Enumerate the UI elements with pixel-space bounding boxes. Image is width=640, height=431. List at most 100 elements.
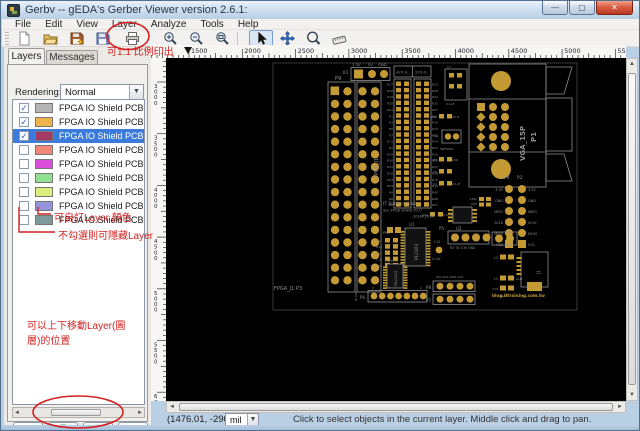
rendering-label: Rendering: (15, 87, 62, 98)
svg-text:0: 0 (154, 153, 158, 159)
layer-color-swatch[interactable] (35, 103, 53, 113)
layer-visibility-checkbox[interactable] (19, 215, 29, 225)
svg-text:C14: C14 (376, 251, 382, 255)
layer-row-2[interactable]: ✓ FPGA IO Shield PCB_20160225- (13, 115, 144, 129)
chevron-down-icon[interactable]: ▼ (247, 414, 258, 425)
layer-visibility-checkbox[interactable]: ✓ (19, 117, 29, 127)
svg-text:PL2303: PL2303 (414, 244, 420, 260)
layer-color-swatch[interactable] (35, 117, 53, 127)
zoom-tool-icon (306, 30, 320, 45)
scroll-left-icon[interactable]: ◄ (14, 410, 20, 416)
layer-color-swatch[interactable] (35, 159, 53, 169)
svg-text:R11: R11 (387, 140, 393, 144)
zoom-fit-icon (215, 31, 229, 45)
print-note: 可1:1 比例印出 (107, 47, 174, 58)
menu-view[interactable]: View (69, 19, 105, 30)
layer-color-swatch[interactable] (35, 145, 53, 155)
layer-row-1[interactable]: ✓ FPGA IO Shield PCB_20160225- (13, 101, 144, 115)
move-note-line2: 層)的位置 (27, 336, 71, 347)
new-file-button[interactable] (12, 30, 36, 46)
layer-color-swatch[interactable] (35, 173, 53, 183)
canvas-vscrollbar[interactable]: ▲ ▼ (626, 58, 638, 401)
layer-visibility-checkbox[interactable]: ✓ (19, 131, 29, 141)
toolbar-grip (5, 31, 9, 45)
maximize-button[interactable]: ▢ (569, 1, 595, 15)
svg-text:R22: R22 (432, 146, 438, 150)
layer-visibility-checkbox[interactable] (19, 173, 29, 183)
scroll-right-icon[interactable]: ► (137, 410, 143, 416)
save-as-button[interactable] (64, 30, 88, 46)
layer-row-7[interactable]: FPGA IO Shield PCB_20160225- (13, 185, 144, 199)
rendering-select[interactable]: Normal ▼ (60, 84, 144, 100)
layer-color-swatch[interactable] (35, 201, 53, 211)
svg-text:P7: P7 (426, 298, 431, 303)
hscroll-thumb[interactable] (51, 409, 101, 416)
tab-messages[interactable]: Messages (46, 50, 98, 64)
svg-text:10 Ω: 10 Ω (452, 115, 460, 119)
svg-text:4000: 4000 (458, 47, 475, 55)
zoom-fit-button[interactable] (210, 30, 234, 46)
save-as-icon (70, 32, 84, 45)
svg-text:P1: P1 (530, 132, 538, 142)
app-icon (7, 4, 20, 17)
layer-visibility-checkbox[interactable] (19, 201, 29, 211)
svg-text:4500: 4500 (511, 47, 528, 55)
vscroll-thumb[interactable] (628, 73, 636, 385)
svg-text:R2: R2 (389, 146, 393, 150)
menu-file[interactable]: File (8, 19, 38, 30)
hide-note: 不勾選則可隱藏Layer (58, 231, 154, 242)
hscroll-thumb[interactable] (179, 403, 613, 411)
layers-panel-body: Rendering: Normal ▼ ✓ FPGA IO Shield PCB_… (7, 64, 148, 430)
pcb-canvas[interactable]: 3.3V 5V GND K1 P9 FPGA_J1 470 Ω 220 Ω R17 R18 R19 R… (166, 58, 626, 401)
svg-text:R25: R25 (432, 102, 438, 106)
svg-text:R34: R34 (387, 184, 393, 188)
canvas-hscrollbar[interactable]: ◄ ► (166, 401, 626, 413)
layer-color-swatch[interactable] (35, 215, 53, 225)
move-note-line1: 可以上下移動Layer(圖 (27, 321, 126, 332)
pointer-button[interactable] (249, 30, 273, 46)
scroll-left-icon[interactable]: ◄ (169, 404, 175, 410)
svg-text:0: 0 (154, 400, 158, 401)
open-button[interactable] (38, 30, 62, 46)
svg-text:0.1uF: 0.1uF (432, 257, 441, 261)
pan-button[interactable] (275, 30, 299, 46)
layer-row-6[interactable]: FPGA IO Shield PCB_20160225- (13, 171, 144, 185)
tab-layers[interactable]: Layers (8, 48, 45, 64)
scroll-right-icon[interactable]: ► (617, 404, 623, 410)
measure-button[interactable] (327, 30, 351, 46)
new-file-icon (19, 31, 29, 45)
layer-list-hscrollbar[interactable]: ◄ ► (12, 407, 145, 418)
color-note: 可自訂Layer 顏色 (54, 213, 132, 224)
menu-tools[interactable]: Tools (193, 19, 230, 30)
layer-visibility-checkbox[interactable]: ✓ (19, 103, 29, 113)
menu-help[interactable]: Help (231, 19, 266, 30)
svg-text:R16: R16 (431, 115, 437, 119)
layer-color-swatch[interactable] (35, 131, 53, 141)
svg-text:RX TX 3.3V GND: RX TX 3.3V GND (450, 246, 476, 250)
scroll-up-icon[interactable]: ▲ (629, 61, 635, 67)
layer-name: FPGA IO Shield PCB_20160225- (59, 145, 143, 155)
layer-row-5[interactable]: FPGA IO Shield PCB_20160225- (13, 157, 144, 171)
layer-visibility-checkbox[interactable] (19, 187, 29, 197)
pcb-render: 3.3V 5V GNDK1P9FPGA_J1470 Ω 220 ΩR17R18R19R… (272, 62, 578, 311)
svg-text:K1: K1 (343, 70, 349, 75)
layer-row-4[interactable]: FPGA IO Shield PCB_20160225- (13, 143, 144, 157)
close-button[interactable]: ✕ (596, 1, 633, 15)
menu-edit[interactable]: Edit (38, 19, 69, 30)
zoom-out-button[interactable] (184, 30, 208, 46)
menu-analyze[interactable]: Analyze (144, 19, 194, 30)
layer-row-3[interactable]: ✓ FPGA IO Shield PCB_20160225- (13, 129, 144, 143)
minimize-button[interactable]: — (542, 1, 568, 15)
chevron-down-icon[interactable]: ▼ (129, 85, 143, 99)
scroll-down-icon[interactable]: ▼ (629, 392, 635, 398)
layer-color-swatch[interactable] (35, 187, 53, 197)
titlebar[interactable]: Gerbv -- gEDA's Gerber Viewer version 2.… (1, 1, 639, 19)
svg-text:R14: R14 (432, 140, 438, 144)
svg-text:GND: GND (378, 62, 387, 67)
zoom-tool-button[interactable] (301, 30, 325, 46)
svg-text:C1: C1 (433, 182, 437, 186)
layer-visibility-checkbox[interactable] (19, 145, 29, 155)
menu-layer[interactable]: Layer (105, 19, 144, 30)
layer-visibility-checkbox[interactable] (19, 159, 29, 169)
svg-text:R32: R32 (387, 171, 393, 175)
